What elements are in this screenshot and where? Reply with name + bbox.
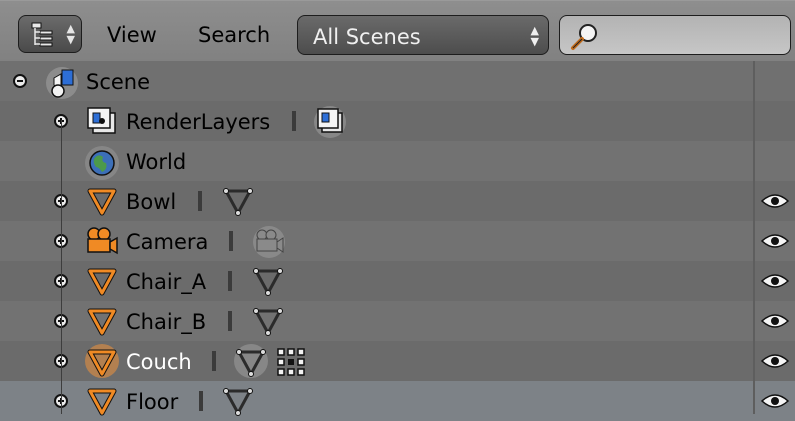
tree-item-label: Camera [126, 230, 209, 254]
tree-row-chair-a[interactable]: Chair_A [0, 261, 795, 301]
mesh-object-icon [87, 388, 117, 416]
eye-icon[interactable] [761, 313, 789, 329]
tree-row-floor[interactable]: Floor [0, 381, 795, 421]
separator [229, 231, 233, 251]
separator [228, 311, 232, 331]
tree-item-label: Chair_B [126, 310, 207, 334]
separator [212, 351, 216, 371]
search-icon [571, 24, 597, 50]
render-layers-icon [87, 107, 116, 134]
tree-item-label: World [126, 150, 187, 174]
camera-object-icon [87, 227, 118, 255]
tree-row-renderlayers[interactable]: RenderLayers [0, 101, 795, 141]
tree-row-scene[interactable]: Scene [0, 61, 795, 101]
outliner-icon [31, 22, 53, 47]
tree-row-world[interactable]: World [0, 141, 795, 181]
chevron-up-down-icon: ▲ ▼ [66, 22, 75, 46]
tree-row-bowl[interactable]: Bowl [0, 181, 795, 221]
search-menu[interactable]: Search [198, 23, 270, 47]
world-icon [85, 146, 119, 180]
separator [199, 391, 203, 411]
tree-item-label: Floor [126, 390, 179, 414]
mesh-object-icon [87, 188, 117, 216]
eye-icon[interactable] [761, 273, 789, 289]
tree-row-chair-b[interactable]: Chair_B [0, 301, 795, 341]
display-mode-label: All Scenes [313, 25, 421, 49]
tree-item-label: RenderLayers [126, 110, 271, 134]
eye-icon[interactable] [761, 393, 789, 409]
mesh-data-icon[interactable] [232, 343, 270, 379]
mesh-object-icon [87, 268, 117, 296]
modifier-icon[interactable] [276, 347, 306, 377]
tree-item-label: Scene [86, 70, 151, 94]
chevron-up-down-icon: ▲ ▼ [530, 24, 539, 48]
outliner-tree: Scene RenderLayers World Bowl Camera Cha… [0, 61, 795, 421]
visibility-column-divider [753, 61, 755, 414]
mesh-object-icon [85, 344, 119, 378]
mesh-data-icon[interactable] [222, 185, 254, 217]
separator [198, 191, 202, 211]
separator [292, 111, 296, 131]
search-input[interactable] [608, 24, 782, 48]
tree-item-label: Chair_A [126, 270, 207, 294]
separator [228, 271, 232, 291]
mesh-object-icon [87, 308, 117, 336]
search-field[interactable] [559, 15, 791, 55]
tree-item-label: Bowl [126, 190, 177, 214]
tree-row-couch[interactable]: Couch [0, 341, 795, 381]
render-layers-icon[interactable] [312, 105, 348, 139]
tree-item-label: Couch [126, 350, 192, 374]
editor-type-button[interactable]: ▲ ▼ [18, 15, 82, 53]
mesh-data-icon[interactable] [252, 265, 284, 297]
eye-icon[interactable] [761, 233, 789, 249]
view-menu[interactable]: View [107, 23, 157, 47]
tree-row-camera[interactable]: Camera [0, 221, 795, 261]
display-mode-select[interactable]: All Scenes ▲ ▼ [297, 15, 549, 55]
mesh-data-icon[interactable] [252, 305, 284, 337]
outliner-header: ▲ ▼ View Search All Scenes ▲ ▼ [0, 0, 795, 61]
camera-data-icon[interactable] [250, 225, 288, 259]
eye-icon[interactable] [761, 353, 789, 369]
eye-icon[interactable] [761, 193, 789, 209]
scene-icon [46, 67, 78, 99]
collapse-icon[interactable] [13, 74, 27, 88]
tree-connector-line [61, 120, 62, 414]
mesh-data-icon[interactable] [222, 385, 254, 417]
